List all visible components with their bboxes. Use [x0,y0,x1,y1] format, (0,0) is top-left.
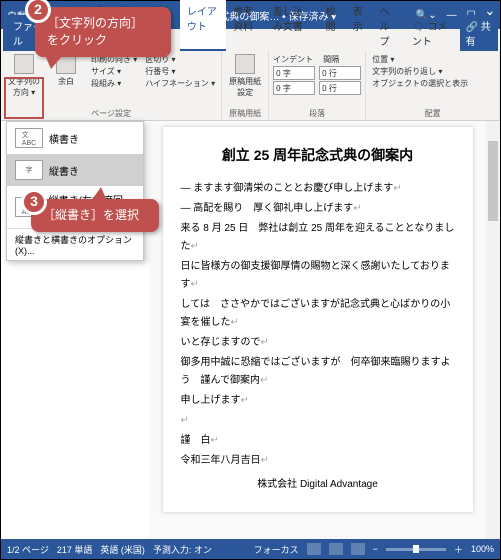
doc-company: 株式会社 Digital Advantage [181,476,455,494]
group-arrange: 位置 ▾ 文字列の折り返し ▾ オブジェクトの選択と表示 配置 [366,51,500,120]
genkou-icon [235,54,255,74]
status-zoom[interactable]: 100% [471,544,494,554]
doc-line: 謹 白↵ [181,432,455,450]
line-numbers-button[interactable]: 行番号 ▾ [143,66,217,77]
tab-8[interactable]: 表示 [346,0,373,51]
dropdown-label: 横書き [49,131,79,146]
share-button[interactable]: 🔗 共有 [460,15,498,51]
group-paragraph: インデント 間隔 0 字 0 行 0 字 0 行 段落 [269,51,366,120]
status-bar: 1/2 ページ 217 単語 英語 (米国) 予測入力: オン フォーカス − … [1,539,500,559]
zoom-slider[interactable] [386,548,446,551]
callout-2: 2 ［文字列の方向］ をクリック [35,7,171,57]
tab-7[interactable]: 校閲 [319,0,346,51]
doc-line: 日に皆様方の御支援御厚情の賜物と深く感謝いたしております↵ [181,258,455,294]
callout-3: 3 ［縦書き］を選択 [31,199,159,232]
ribbon: 文字列の 方向 ▾ 余白 印刷の向き ▾ サイズ ▾ 段組み ▾ 区切り ▾ 行… [1,51,500,121]
group-label-arrange: 配置 [370,108,495,119]
spacing-header: 間隔 [323,54,339,65]
comments-button[interactable]: 🗨 コメント [406,15,460,51]
callout-2-text: ［文字列の方向］ をクリック [47,16,143,47]
group-label-paragraph: 段落 [273,108,361,119]
text-direction-button[interactable]: 文字列の 方向 ▾ [5,54,43,98]
hyphenation-button[interactable]: ハイフネーション ▾ [143,78,217,89]
doc-line: ↵ [181,412,455,430]
indent-header: インデント [273,54,313,65]
status-words[interactable]: 217 単語 [57,543,93,556]
selection-pane-button[interactable]: オブジェクトの選択と表示 [370,78,495,89]
page-setup-stack-2: 区切り ▾ 行番号 ▾ ハイフネーション ▾ [143,54,217,98]
vertical-scrollbar[interactable] [486,121,500,539]
size-button[interactable]: サイズ ▾ [89,66,139,77]
text-direction-icon [14,54,34,74]
group-label-genkou: 原稿用紙 [226,108,264,119]
indent-right-input[interactable]: 0 字 [273,81,315,95]
status-predict[interactable]: 予測入力: オン [153,543,212,556]
status-lang[interactable]: 英語 (米国) [100,543,145,556]
position-button[interactable]: 位置 ▾ [370,54,495,65]
page[interactable]: 創立 25 周年記念式典の御案内 — ますます御清栄のこととお慶び申し上げます↵… [163,127,473,512]
group-page-setup: 文字列の 方向 ▾ 余白 印刷の向き ▾ サイズ ▾ 段組み ▾ 区切り ▾ 行… [1,51,222,120]
dropdown-label: 縦書き [49,163,79,178]
indent-left-input[interactable]: 0 字 [273,66,315,80]
doc-line: 来る 8 月 25 日 弊社は創立 25 周年を迎えることとなりました↵ [181,220,455,256]
dropdown-item-vertical[interactable]: 字 縦書き [7,154,143,186]
wrap-text-button[interactable]: 文字列の折り返し ▾ [370,66,495,77]
columns-button[interactable]: 段組み ▾ [89,78,139,89]
callout-3-text: ［縦書き］を選択 [43,208,139,222]
zoom-in-button[interactable]: ＋ [454,543,463,556]
tab-6[interactable]: 差し込み文書 [266,0,319,51]
thumb-horizontal-icon: 文ABC [15,128,43,148]
zoom-out-button[interactable]: − [373,544,378,554]
doc-line: — ますます御清栄のこととお慶び申し上げます↵ [181,180,455,198]
doc-line: 申し上げます↵ [181,392,455,410]
page-setup-stack-1: 印刷の向き ▾ サイズ ▾ 段組み ▾ [89,54,139,98]
doc-line: — 高配を賜り 厚く御礼申し上げます↵ [181,200,455,218]
group-label-page-setup: ページ設定 [5,108,217,119]
doc-heading: 創立 25 周年記念式典の御案内 [181,143,455,168]
spacing-after-input[interactable]: 0 行 [319,81,361,95]
tab-9[interactable]: ヘルプ [372,0,405,51]
doc-line: 御多用中誠に恐縮ではございますが 何卒御来臨賜りますよう 謹んで御案内↵ [181,354,455,390]
doc-line: いと存じますので↵ [181,334,455,352]
dropdown-options[interactable]: 縦書きと横書きのオプション(X)... [7,229,143,260]
view-web-icon[interactable] [351,543,365,555]
group-genkou: 原稿用紙 設定 原稿用紙 [222,51,269,120]
spacing-before-input[interactable]: 0 行 [319,66,361,80]
document-area: 創立 25 周年記念式典の御案内 — ますます御清栄のこととお慶び申し上げます↵… [149,121,486,539]
callout-3-number: 3 [21,189,47,215]
tab-4[interactable]: レイアウト [180,0,226,51]
status-page[interactable]: 1/2 ページ [7,543,49,556]
doc-line: しては ささやかではございますが記念式典と心ばかりの小宴を催した↵ [181,296,455,332]
doc-line: 令和三年八月吉日↵ [181,452,455,470]
scrollbar-thumb[interactable] [488,141,498,221]
status-focus[interactable]: フォーカス [254,543,299,556]
genkou-button[interactable]: 原稿用紙 設定 [226,54,264,98]
tab-5[interactable]: 参考資料 [226,0,266,51]
view-read-icon[interactable] [307,543,321,555]
view-print-icon[interactable] [329,543,343,555]
dropdown-item-horizontal[interactable]: 文ABC 横書き [7,122,143,154]
thumb-vertical-icon: 字 [15,160,43,180]
